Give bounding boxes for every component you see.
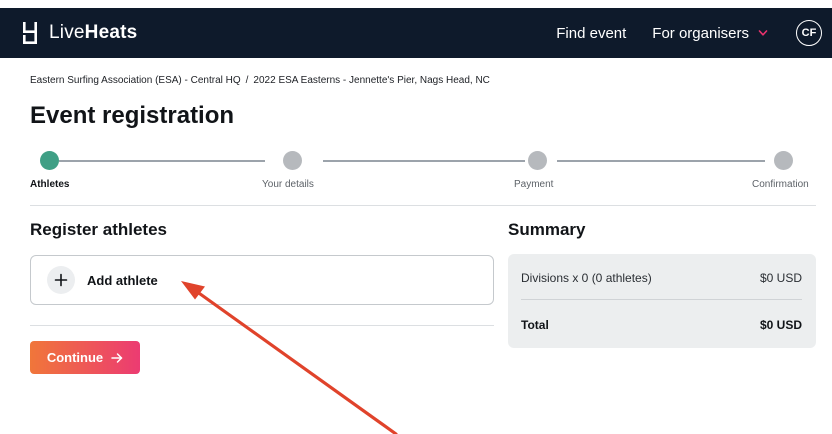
brand-link[interactable]: LiveHeats — [22, 22, 137, 44]
summary-total-value: $0 USD — [759, 318, 802, 332]
brand-wordmark-light: Live — [49, 22, 85, 43]
registration-stepper: Athletes Your details Payment Confirmati… — [30, 150, 815, 194]
stepper-line-3 — [557, 160, 765, 162]
register-divider — [30, 325, 494, 326]
find-event-link[interactable]: Find event — [556, 25, 626, 42]
summary-total-row: Total $0 USD — [521, 318, 802, 332]
summary-divisions-value: $0 USD — [759, 271, 802, 285]
breadcrumb-org-link[interactable]: Eastern Surfing Association (ESA) - Cent… — [30, 75, 241, 86]
stepper-divider — [30, 205, 816, 206]
step-dot-your-details — [283, 151, 302, 170]
summary-divisions-row: Divisions x 0 (0 athletes) $0 USD — [521, 271, 802, 285]
step-dot-athletes — [40, 151, 59, 170]
page-title: Event registration — [30, 102, 235, 129]
plus-icon — [47, 266, 75, 294]
step-label-athletes: Athletes — [30, 179, 70, 190]
brand-wordmark-bold: Heats — [84, 22, 138, 43]
plus-glyph — [54, 273, 68, 287]
summary-divisions-label: Divisions x 0 (0 athletes) — [521, 271, 652, 285]
add-athlete-label: Add athlete — [87, 272, 158, 288]
breadcrumb-separator: / — [245, 75, 249, 86]
summary-card: Divisions x 0 (0 athletes) $0 USD Total … — [508, 254, 816, 348]
for-organisers-menu[interactable]: For organisers — [652, 25, 768, 42]
step-dot-confirmation — [774, 151, 793, 170]
liveheats-logo-icon — [23, 22, 37, 44]
breadcrumb: Eastern Surfing Association (ESA) - Cent… — [30, 75, 490, 86]
brand-wordmark: LiveHeats — [49, 22, 137, 44]
chevron-down-icon — [758, 30, 768, 36]
nav-right-group: Find event For organisers CF — [556, 20, 822, 46]
user-avatar[interactable]: CF — [796, 20, 822, 46]
for-organisers-label: For organisers — [652, 24, 749, 42]
arrow-right-icon — [111, 352, 123, 363]
stepper-line-1 — [59, 160, 265, 162]
summary-heading: Summary — [508, 220, 586, 239]
continue-button[interactable]: Continue — [30, 341, 140, 374]
step-label-your-details: Your details — [262, 179, 314, 190]
stepper-line-2 — [323, 160, 525, 162]
register-athletes-heading: Register athletes — [30, 220, 167, 239]
app-frame: LiveHeats Find event For organisers CF E… — [0, 0, 832, 434]
add-athlete-button[interactable]: Add athlete — [30, 255, 494, 305]
breadcrumb-event-link[interactable]: 2022 ESA Easterns - Jennette's Pier, Nag… — [253, 75, 489, 86]
step-label-payment: Payment — [514, 179, 554, 190]
step-dot-payment — [528, 151, 547, 170]
summary-separator — [521, 299, 802, 300]
step-label-confirmation: Confirmation — [752, 179, 809, 190]
top-nav-bar: LiveHeats Find event For organisers CF — [0, 8, 832, 58]
summary-total-label: Total — [521, 318, 549, 332]
continue-label: Continue — [46, 350, 104, 365]
